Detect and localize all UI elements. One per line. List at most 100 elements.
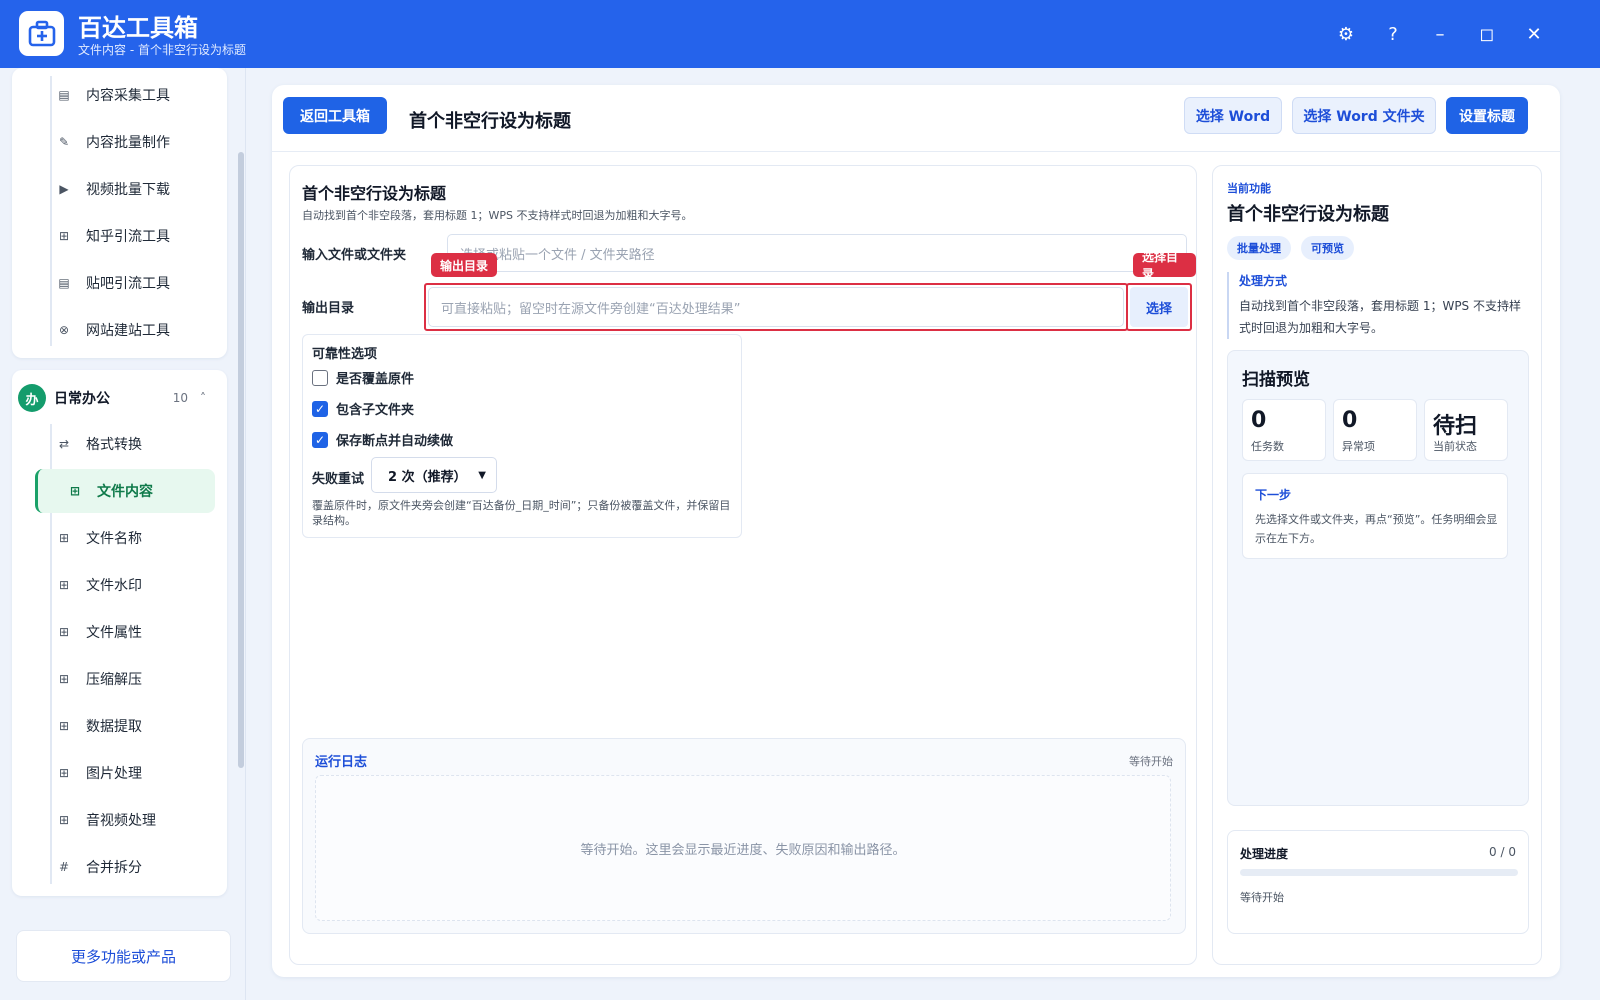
main-panel: 返回工具箱 首个非空行设为标题 选择 Word 选择 Word 文件夹 设置标题… [272, 85, 1560, 977]
overwrite-checkbox[interactable]: 是否覆盖原件 [312, 368, 414, 387]
app-subtitle: 文件内容 - 首个非空行设为标题 [78, 43, 246, 57]
select-dir-button[interactable]: 选择 [1130, 287, 1188, 327]
globe-icon: ⊗ [58, 323, 70, 337]
sidebar-item-website[interactable]: ⊗ 网站建站工具 [24, 308, 204, 352]
grid-icon: ⊞ [69, 484, 81, 498]
back-button[interactable]: 返回工具箱 [283, 97, 387, 134]
sidebar-item-tieba[interactable]: ▤ 贴吧引流工具 [24, 261, 204, 305]
sidebar-item-file-watermark[interactable]: ⊞ 文件水印 [24, 563, 204, 607]
form-description: 自动找到首个非空段落，套用标题 1；WPS 不支持样式时回退为加粗和大字号。 [302, 209, 693, 222]
sidebar-item-merge-split[interactable]: # 合并拆分 [24, 845, 204, 889]
select-word-folder-button[interactable]: 选择 Word 文件夹 [1292, 97, 1436, 134]
info-panel: 当前功能 首个非空行设为标题 批量处理 可预览 处理方式 自动找到首个非空段落，… [1212, 165, 1542, 965]
swap-icon: ⇄ [58, 437, 70, 451]
method-block: 处理方式 自动找到首个非空段落，套用标题 1；WPS 不支持样式时回退为加粗和大… [1227, 272, 1527, 339]
sidebar-item-av[interactable]: ⊞ 音视频处理 [24, 798, 204, 842]
input-path-label: 输入文件或文件夹 [302, 248, 407, 263]
select-word-button[interactable]: 选择 Word [1184, 97, 1282, 134]
page-title: 首个非空行设为标题 [409, 111, 571, 132]
stat-error-count: 0 异常项 [1333, 399, 1417, 461]
sidebar-item-content-collect[interactable]: ▤ 内容采集工具 [24, 73, 204, 117]
progress-bar [1240, 869, 1518, 876]
include-subfolders-checkbox[interactable]: ✓ 包含子文件夹 [312, 399, 414, 418]
app-title: 百达工具箱 [78, 14, 198, 42]
form-title: 首个非空行设为标题 [302, 184, 447, 203]
current-feature-label: 当前功能 [1227, 182, 1271, 195]
retry-select[interactable]: 2 次（推荐） ▼ [371, 457, 497, 493]
grid-icon: ⊞ [58, 625, 70, 639]
reliability-options: 可靠性选项 是否覆盖原件 ✓ 包含子文件夹 ✓ 保存断点并自动续做 失败重试 2… [302, 334, 742, 538]
method-text: 自动找到首个非空段落，套用标题 1；WPS 不支持样式时回退为加粗和大字号。 [1239, 299, 1521, 335]
current-feature-title: 首个非空行设为标题 [1227, 204, 1389, 225]
grid-icon: ⊞ [58, 578, 70, 592]
sidebar-item-file-content[interactable]: ⊞ 文件内容 [35, 469, 215, 513]
sidebar: ▤ 内容采集工具 ✎ 内容批量制作 ▶ 视频批量下载 ⊞ 知乎引流工具 ▤ 贴吧引流工具 … [0, 68, 246, 1000]
sidebar-item-zhihu[interactable]: ⊞ 知乎引流工具 [24, 214, 204, 258]
sidebar-item-file-name[interactable]: ⊞ 文件名称 [24, 516, 204, 560]
log-title: 运行日志 [315, 755, 368, 770]
log-body[interactable]: 等待开始。这里会显示最近进度、失败原因和输出路径。 [315, 775, 1171, 921]
progress-title: 处理进度 [1240, 847, 1289, 861]
resume-checkbox[interactable]: ✓ 保存断点并自动续做 [312, 430, 453, 449]
scan-title: 扫描预览 [1242, 370, 1310, 390]
sidebar-item-file-properties[interactable]: ⊞ 文件属性 [24, 610, 204, 654]
help-icon[interactable]: ? [1379, 20, 1407, 48]
grid-icon: ⊞ [58, 719, 70, 733]
options-note: 覆盖原件时，原文件夹旁会创建“百达备份_日期_时间”；只备份被覆盖文件，并保留目… [312, 499, 731, 527]
checkmark-icon[interactable]: ✓ [312, 400, 328, 417]
sidebar-scrollbar[interactable] [238, 152, 244, 768]
document-icon: ▤ [58, 276, 70, 290]
progress-status: 等待开始 [1240, 891, 1284, 904]
progress-count: 0 / 0 [1489, 845, 1516, 859]
options-title: 可靠性选项 [312, 347, 378, 362]
chevron-down-icon: ▼ [478, 469, 486, 481]
output-dir-tag: 输出目录 [431, 253, 498, 277]
scan-preview: 扫描预览 0 任务数 0 异常项 待扫 当前状态 下一步 先选择文件或文件夹，再… [1227, 350, 1529, 806]
set-title-button[interactable]: 设置标题 [1446, 97, 1528, 134]
stat-status: 待扫 当前状态 [1424, 399, 1508, 461]
toolbox-icon [19, 11, 64, 56]
more-products-button[interactable]: 更多功能或产品 [16, 930, 231, 982]
chevron-up-icon[interactable]: ˄ [200, 391, 206, 405]
minimize-icon[interactable]: – [1426, 20, 1454, 48]
sidebar-item-data-extract[interactable]: ⊞ 数据提取 [24, 704, 204, 748]
grid-icon: ⊞ [58, 672, 70, 686]
checkbox-empty-icon[interactable] [312, 369, 328, 386]
next-step-text: 先选择文件或文件夹，再点“预览”。任务明细会显示在左下方。 [1255, 513, 1498, 545]
sidebar-item-compress[interactable]: ⊞ 压缩解压 [24, 657, 204, 701]
grid-icon: ⊞ [58, 813, 70, 827]
checkmark-icon[interactable]: ✓ [312, 431, 328, 448]
preview-pill: 可预览 [1301, 236, 1354, 260]
select-dir-tag: 选择目录 [1133, 250, 1196, 281]
input-path-field[interactable]: 选择或粘贴一个文件 / 文件夹路径 [447, 234, 1187, 272]
maximize-icon[interactable]: ◻ [1473, 20, 1501, 48]
sidebar-item-video-download[interactable]: ▶ 视频批量下载 [24, 167, 204, 211]
form-card: 首个非空行设为标题 自动找到首个非空段落，套用标题 1；WPS 不支持样式时回退… [289, 165, 1197, 965]
close-icon[interactable]: ✕ [1520, 20, 1548, 48]
video-icon: ▶ [59, 182, 69, 196]
retry-label: 失败重试 [312, 472, 365, 487]
next-step-card: 下一步 先选择文件或文件夹，再点“预览”。任务明细会显示在左下方。 [1242, 473, 1508, 559]
method-title: 处理方式 [1239, 274, 1288, 288]
office-badge-icon: 办 [18, 384, 46, 412]
group-count: 10 [172, 391, 188, 405]
run-log: 运行日志 等待开始 等待开始。这里会显示最近进度、失败原因和输出路径。 [302, 738, 1186, 934]
hash-icon: # [58, 860, 70, 874]
sidebar-item-format-convert[interactable]: ⇄ 格式转换 [24, 422, 204, 466]
log-status: 等待开始 [1129, 755, 1173, 768]
stat-task-count: 0 任务数 [1242, 399, 1326, 461]
sidebar-item-content-batch[interactable]: ✎ 内容批量制作 [24, 120, 204, 164]
output-dir-label: 输出目录 [302, 301, 355, 316]
pen-icon: ✎ [58, 135, 70, 149]
progress-card: 处理进度 0 / 0 等待开始 [1227, 830, 1529, 934]
batch-pill: 批量处理 [1227, 236, 1291, 260]
grid-icon: ⊞ [58, 531, 70, 545]
next-step-title: 下一步 [1255, 488, 1292, 502]
document-icon: ▤ [58, 88, 70, 102]
title-bar: 百达工具箱 文件内容 - 首个非空行设为标题 ⚙ ? – ◻ ✕ [0, 0, 1600, 68]
sidebar-item-image[interactable]: ⊞ 图片处理 [24, 751, 204, 795]
settings-icon[interactable]: ⚙ [1332, 20, 1360, 48]
grid-icon: ⊞ [58, 766, 70, 780]
group-header-office[interactable]: 办 日常办公 10 ˄ [18, 376, 218, 420]
output-dir-field[interactable]: 可直接粘贴；留空时在源文件旁创建“百达处理结果” [428, 287, 1124, 327]
